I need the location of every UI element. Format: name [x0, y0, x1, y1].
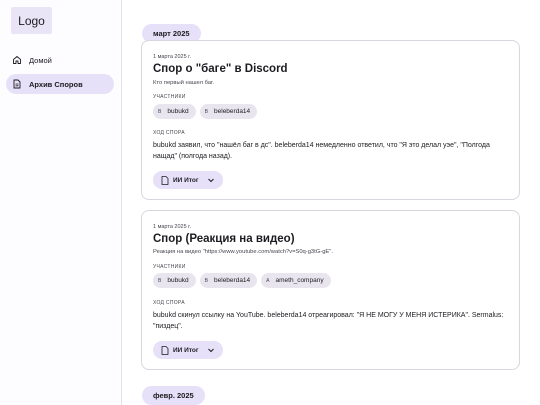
progress-label: ХОД СПОРА [153, 300, 185, 306]
sidebar-item-label: Домой [29, 55, 52, 65]
chevron-down-icon [207, 346, 215, 354]
sidebar-item-archive[interactable]: Архив Споров [6, 74, 114, 94]
sidebar-item-home[interactable]: Домой [6, 50, 114, 70]
participant-avatar: B [158, 277, 162, 284]
sidebar: Logo Домой Архив Споров [0, 0, 122, 405]
ai-summary-label: ИИ Итог [173, 176, 199, 184]
participants-label: УЧАСТНИКИ [153, 94, 186, 100]
dispute-card: 1 марта 2025 г. Спор о "баге" в Discord … [141, 40, 520, 200]
card-title: Спор о "баге" в Discord [153, 63, 288, 75]
participant-name: beleberda14 [214, 277, 251, 284]
document-icon [161, 345, 169, 355]
ai-summary-label: ИИ Итог [173, 346, 199, 354]
participant-chip[interactable]: B beleberda14 [199, 273, 258, 288]
card-body: bubukd скинул ссылку на YouTube. beleber… [153, 312, 504, 330]
card-body: bubukd заявил, что "нашёл баг в дс". bel… [153, 142, 490, 160]
participant-name: ameth_company [275, 277, 324, 284]
participant-chip[interactable]: B bubukd [153, 273, 196, 288]
sidebar-item-label: Архив Споров [29, 79, 83, 89]
card-date: 1 марта 2025 г. [153, 224, 192, 230]
participant-chip[interactable]: B beleberda14 [199, 104, 258, 119]
participants-label: УЧАСТНИКИ [153, 264, 186, 270]
participants-list: B bubukd B beleberda14 A ameth_company [153, 273, 331, 288]
participant-name: beleberda14 [214, 108, 251, 115]
participant-name: bubukd [167, 277, 189, 284]
participant-name: bubukd [167, 108, 189, 115]
dispute-card: 1 марта 2025 г. Спор (Реакция на видео) … [141, 210, 520, 370]
chevron-down-icon [207, 176, 215, 184]
participant-avatar: B [204, 108, 209, 115]
card-subtitle: Кто первый нашел баг. [153, 80, 215, 86]
participant-chip[interactable]: B bubukd [153, 104, 196, 119]
participants-list: B bubukd B beleberda14 [153, 104, 258, 119]
card-subtitle: Реакция на видео "https://www.youtube.co… [153, 249, 333, 255]
participant-avatar: B [158, 108, 162, 115]
document-icon [12, 79, 22, 89]
logo[interactable]: Logo [11, 7, 52, 34]
ai-summary-button[interactable]: ИИ Итог [153, 171, 223, 189]
participant-avatar: A [266, 277, 270, 284]
participant-chip[interactable]: A ameth_company [261, 273, 331, 288]
progress-label: ХОД СПОРА [153, 130, 185, 136]
home-icon [12, 55, 22, 65]
month-header: февр. 2025 [142, 386, 205, 405]
ai-summary-button[interactable]: ИИ Итог [153, 341, 223, 359]
document-icon [161, 175, 169, 185]
main-content: март 2025 1 марта 2025 г. Спор о "баге" … [122, 0, 540, 405]
participant-avatar: B [204, 277, 209, 284]
card-title: Спор (Реакция на видео) [153, 233, 295, 245]
card-date: 1 марта 2025 г. [153, 54, 192, 60]
